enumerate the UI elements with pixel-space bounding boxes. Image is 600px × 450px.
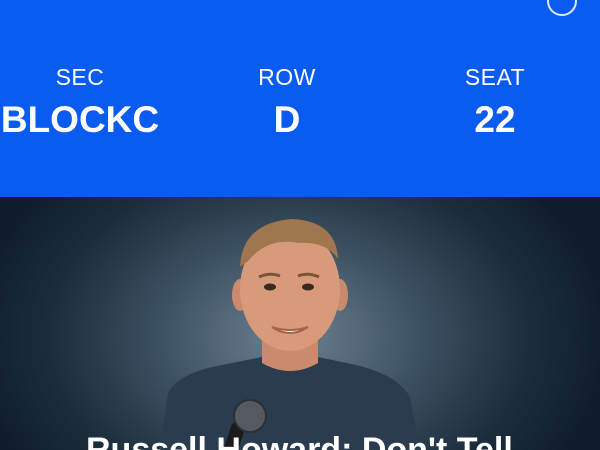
seat-value: 22 xyxy=(474,99,516,140)
section-value: BLOCKC xyxy=(0,99,160,140)
ticket-header: SEC BLOCKC ROW D SEAT 22 xyxy=(0,0,600,197)
event-title: Russell Howard: Don't Tell xyxy=(86,431,513,450)
seat-label: SEAT xyxy=(464,64,526,90)
performer-illustration xyxy=(160,219,420,450)
row-label: ROW xyxy=(258,64,316,90)
seat-column: SEAT 22 xyxy=(440,64,550,142)
event-image: Russell Howard: Don't Tell xyxy=(0,197,600,450)
row-column: ROW D xyxy=(237,64,337,142)
info-circle-icon[interactable] xyxy=(547,0,577,16)
section-label: SEC xyxy=(55,64,105,90)
section-column: SEC BLOCKC xyxy=(0,64,160,142)
row-value: D xyxy=(273,99,301,140)
